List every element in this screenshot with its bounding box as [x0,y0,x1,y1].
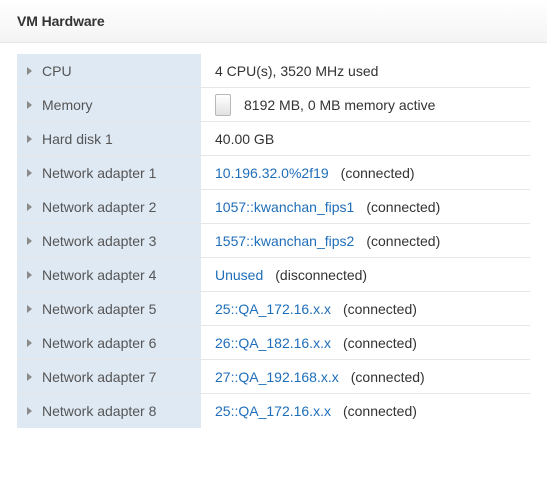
row-label: Network adapter 8 [42,403,157,419]
vm-hardware-header: VM Hardware [0,0,547,43]
expand-caret-icon [27,270,32,279]
row-hard-disk-1: Hard disk 1 40.00 GB [17,122,530,156]
network-adapter-value: 1557::kwanchan_fips2 (connected) [202,224,530,257]
expand-network-adapter-1[interactable]: Network adapter 1 [17,156,202,189]
cpu-usage: 4 CPU(s), 3520 MHz used [215,62,379,79]
expand-hard-disk-1[interactable]: Hard disk 1 [17,122,202,155]
memory-bar-icon [215,93,231,116]
expand-network-adapter-6[interactable]: Network adapter 6 [17,326,202,359]
panel-title: VM Hardware [17,13,105,29]
network-link[interactable]: 10.196.32.0%2f19 [215,165,329,181]
connection-status: (connected) [366,232,441,249]
connection-status: (connected) [340,164,415,181]
row-label: Network adapter 3 [42,232,157,249]
row-label: Network adapter 1 [42,164,157,181]
row-label: Network adapter 6 [42,334,157,351]
network-adapter-value: 25::QA_172.16.x.x (connected) [202,394,530,428]
connection-status: (connected) [342,403,417,419]
row-label: Hard disk 1 [42,130,113,147]
connection-status: (connected) [366,198,441,215]
network-link[interactable]: 26::QA_182.16.x.x [215,335,331,351]
network-adapter-value: 26::QA_182.16.x.x (connected) [202,326,530,359]
hard-disk-size: 40.00 GB [215,130,275,147]
expand-caret-icon [27,134,32,143]
expand-memory[interactable]: Memory [17,88,202,121]
expand-caret-icon [27,168,32,177]
row-memory: Memory 8192 MB, 0 MB memory active [17,88,530,122]
row-label: CPU [42,62,72,79]
expand-caret-icon [27,66,32,75]
expand-network-adapter-8[interactable]: Network adapter 8 [17,394,202,428]
hardware-grid: CPU 4 CPU(s), 3520 MHz used Memory 8192 … [17,54,530,428]
network-adapter-value: 25::QA_172.16.x.x (connected) [202,292,530,325]
expand-network-adapter-2[interactable]: Network adapter 2 [17,190,202,223]
row-label: Network adapter 2 [42,198,157,215]
row-label: Network adapter 5 [42,300,157,317]
expand-caret-icon [27,338,32,347]
network-adapter-value: 1057::kwanchan_fips1 (connected) [202,190,530,223]
network-link[interactable]: Unused [215,267,263,283]
row-label: Network adapter 7 [42,368,157,385]
connection-status: (connected) [342,334,417,351]
row-network-adapter-2: Network adapter 2 1057::kwanchan_fips1 (… [17,190,530,224]
memory-usage: 8192 MB, 0 MB memory active [244,96,436,113]
network-adapter-value: 10.196.32.0%2f19 (connected) [202,156,530,189]
connection-status: (connected) [342,300,417,317]
expand-caret-icon [27,372,32,381]
expand-caret-icon [27,407,32,415]
hard-disk-value: 40.00 GB [202,122,530,155]
network-adapter-value: 27::QA_192.168.x.x (connected) [202,360,530,393]
expand-network-adapter-7[interactable]: Network adapter 7 [17,360,202,393]
expand-cpu[interactable]: CPU [17,54,202,87]
network-link[interactable]: 1057::kwanchan_fips1 [215,199,354,215]
expand-caret-icon [27,236,32,245]
cpu-value: 4 CPU(s), 3520 MHz used [202,54,530,87]
connection-status: (disconnected) [275,266,368,283]
expand-caret-icon [27,304,32,313]
row-label: Memory [42,96,93,113]
memory-value: 8192 MB, 0 MB memory active [202,88,530,121]
row-cpu: CPU 4 CPU(s), 3520 MHz used [17,54,530,88]
row-network-adapter-7: Network adapter 7 27::QA_192.168.x.x (co… [17,360,530,394]
expand-caret-icon [27,100,32,109]
network-link[interactable]: 27::QA_192.168.x.x [215,369,339,385]
row-network-adapter-8: Network adapter 8 25::QA_172.16.x.x (con… [17,394,530,428]
network-link[interactable]: 25::QA_172.16.x.x [215,301,331,317]
expand-network-adapter-5[interactable]: Network adapter 5 [17,292,202,325]
row-network-adapter-4: Network adapter 4 Unused (disconnected) [17,258,530,292]
row-label: Network adapter 4 [42,266,157,283]
expand-caret-icon [27,202,32,211]
row-network-adapter-1: Network adapter 1 10.196.32.0%2f19 (conn… [17,156,530,190]
network-link[interactable]: 1557::kwanchan_fips2 [215,233,354,249]
expand-network-adapter-4[interactable]: Network adapter 4 [17,258,202,291]
row-network-adapter-3: Network adapter 3 1557::kwanchan_fips2 (… [17,224,530,258]
connection-status: (connected) [350,368,425,385]
row-network-adapter-6: Network adapter 6 26::QA_182.16.x.x (con… [17,326,530,360]
row-network-adapter-5: Network adapter 5 25::QA_172.16.x.x (con… [17,292,530,326]
network-link[interactable]: 25::QA_172.16.x.x [215,403,331,419]
expand-network-adapter-3[interactable]: Network adapter 3 [17,224,202,257]
network-adapter-value: Unused (disconnected) [202,258,530,291]
